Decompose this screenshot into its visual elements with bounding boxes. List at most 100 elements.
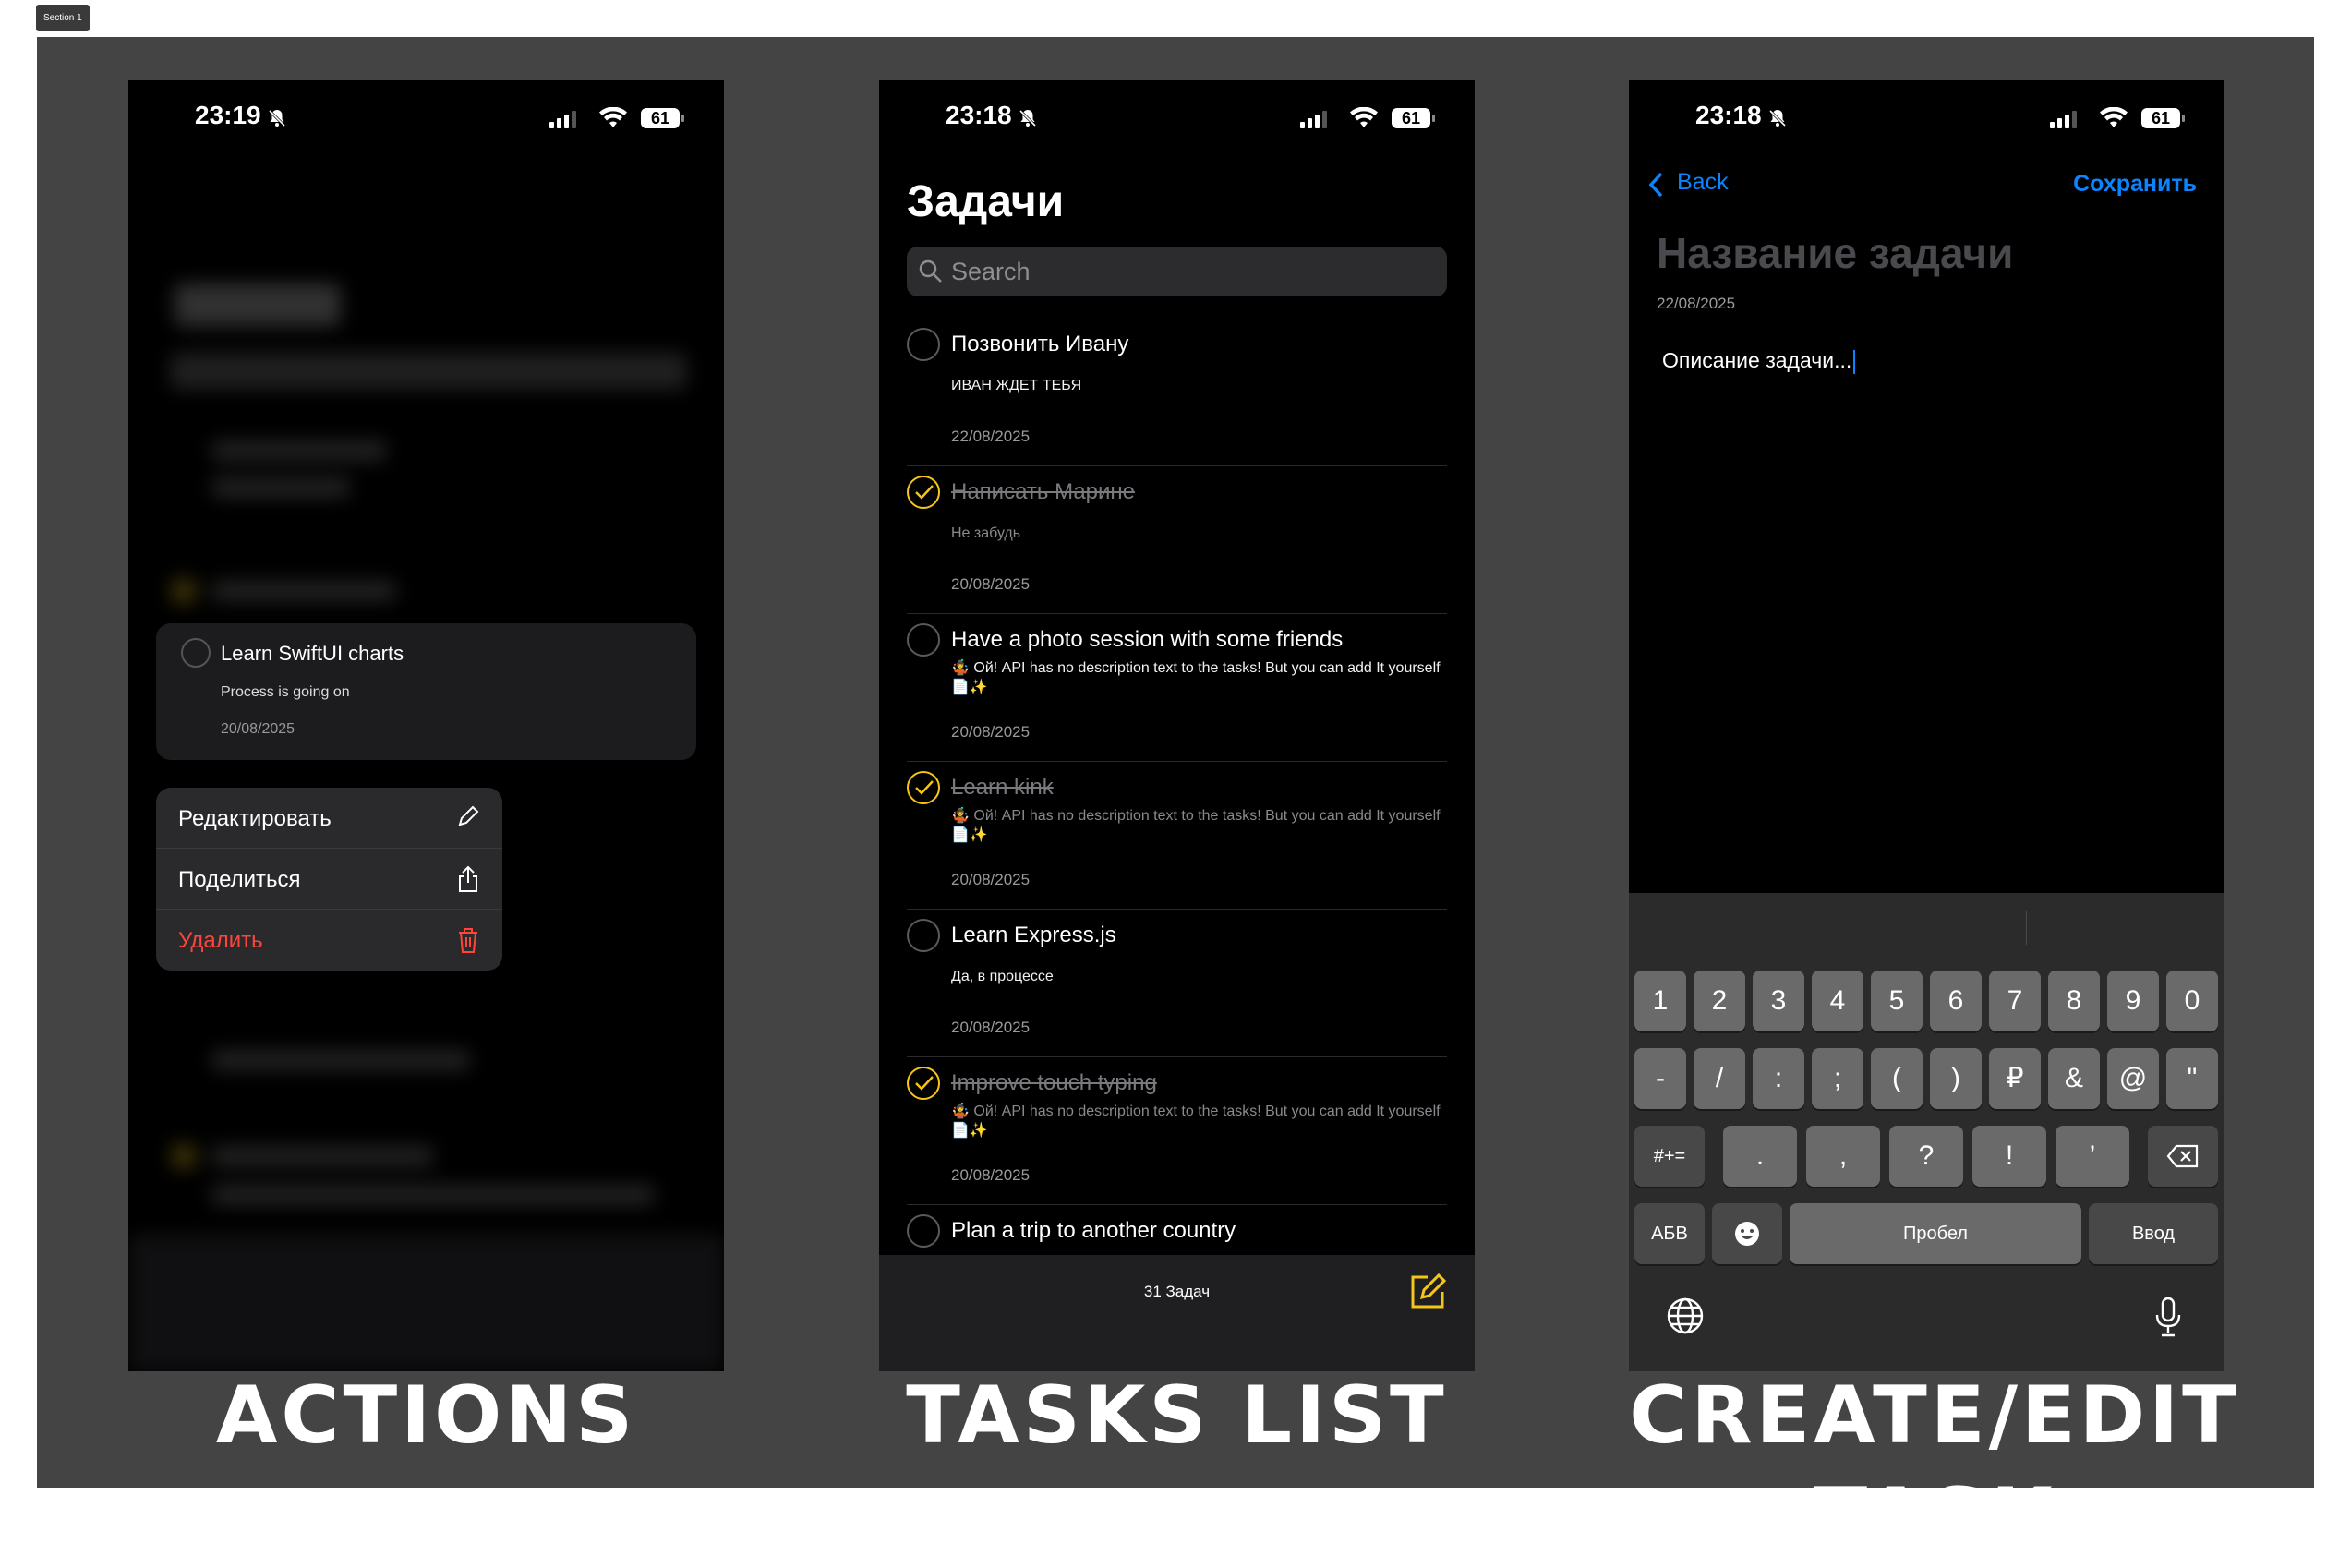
globe-icon[interactable]	[1666, 1297, 1705, 1335]
key[interactable]: 5	[1871, 971, 1923, 1031]
search-icon	[919, 259, 942, 283]
preview-task-card[interactable]: Learn SwiftUI charts Process is going on…	[156, 623, 696, 760]
task-checkbox-checked[interactable]	[907, 476, 940, 509]
task-title: Learn SwiftUI charts	[221, 642, 404, 665]
key[interactable]: !	[1972, 1126, 2046, 1187]
key[interactable]: 7	[1989, 971, 2041, 1031]
menu-item-edit[interactable]: Редактировать	[156, 788, 502, 849]
task-title: Improve touch typing	[951, 1070, 1157, 1095]
key[interactable]: ,	[1806, 1126, 1880, 1187]
microphone-icon[interactable]	[2153, 1297, 2183, 1337]
menu-item-share[interactable]: Поделиться	[156, 849, 502, 910]
key[interactable]: .	[1723, 1126, 1797, 1187]
caption-create-edit: CREATE/EDIT TASK	[1629, 1369, 2240, 1563]
key[interactable]: :	[1753, 1048, 1804, 1109]
backspace-key[interactable]	[2148, 1126, 2218, 1187]
share-icon	[459, 865, 477, 892]
chevron-left-icon	[1648, 172, 1663, 198]
task-date: 20/08/2025	[951, 575, 1031, 593]
pencil-icon	[458, 805, 479, 826]
checkmark-icon	[915, 780, 934, 795]
abc-key[interactable]: АБВ	[1634, 1203, 1705, 1264]
search-bar[interactable]	[907, 247, 1447, 296]
key[interactable]: (	[1871, 1048, 1923, 1109]
emoji-key[interactable]	[1712, 1203, 1782, 1264]
status-bar: 23:19 61	[128, 80, 724, 163]
task-checkbox-checked[interactable]	[907, 1067, 940, 1100]
key[interactable]: ₽	[1989, 1048, 2041, 1109]
task-date: 20/08/2025	[951, 723, 1031, 741]
key[interactable]: ’	[2056, 1126, 2129, 1187]
key[interactable]: 1	[1634, 971, 1686, 1031]
wifi-icon	[1350, 107, 1378, 127]
suggestion-divider	[2026, 911, 2027, 945]
search-input[interactable]	[951, 247, 1431, 296]
task-checkbox[interactable]	[907, 623, 940, 657]
blurred-background-list	[128, 163, 724, 1371]
signal-icon	[2050, 111, 2077, 128]
task-title: Learn kink	[951, 775, 1054, 800]
key[interactable]: "	[2166, 1048, 2218, 1109]
key[interactable]: 2	[1694, 971, 1745, 1031]
status-time: 23:18	[1695, 101, 1762, 129]
task-row[interactable]: Learn Express.js Да, в процессе 20/08/20…	[907, 910, 1447, 1057]
blurred-row	[211, 477, 350, 498]
phone-actions: 23:19 61 Learn SwiftUI charts Process is…	[128, 80, 724, 1371]
key[interactable]: 3	[1753, 971, 1804, 1031]
key[interactable]: @	[2107, 1048, 2159, 1109]
trash-icon	[459, 928, 477, 953]
back-label: Back	[1677, 169, 1729, 195]
blurred-row	[211, 581, 396, 601]
blurred-title	[175, 283, 341, 326]
compose-icon[interactable]	[1407, 1272, 1448, 1312]
wifi-icon	[2100, 107, 2128, 127]
task-description: Process is going on	[221, 684, 350, 700]
task-description: Не забудь	[951, 525, 1021, 541]
checkmark-icon	[915, 1076, 934, 1091]
menu-item-label: Поделиться	[178, 867, 301, 892]
task-date: 20/08/2025	[951, 1019, 1031, 1036]
task-checkbox-checked[interactable]	[907, 771, 940, 804]
emoji-icon	[1735, 1222, 1759, 1246]
task-row[interactable]: Learn kink 🤹 Ой! API has no description …	[907, 762, 1447, 910]
key[interactable]: )	[1930, 1048, 1982, 1109]
key[interactable]: -	[1634, 1048, 1686, 1109]
key[interactable]: ;	[1812, 1048, 1863, 1109]
blurred-row	[211, 440, 387, 461]
key[interactable]: 6	[1930, 971, 1982, 1031]
status-bar: 23:18 61	[1629, 80, 2224, 163]
key[interactable]: 9	[2107, 971, 2159, 1031]
task-row[interactable]: Improve touch typing 🤹 Ой! API has no de…	[907, 1057, 1447, 1205]
task-checkbox[interactable]	[907, 919, 940, 952]
task-row[interactable]: Have a photo session with some friends 🤹…	[907, 614, 1447, 762]
silent-bell-icon	[268, 109, 286, 127]
symbols-key[interactable]: #+=	[1634, 1126, 1705, 1187]
blurred-row	[211, 1050, 470, 1070]
signal-icon	[549, 111, 576, 128]
key[interactable]: 0	[2166, 971, 2218, 1031]
phone-edit-task: 23:18 61 Back Сохранить Название задачи …	[1629, 80, 2224, 1371]
task-row[interactable]: Позвонить Ивану ИВАН ЖДЕТ ТЕБЯ 22/08/202…	[907, 319, 1447, 466]
task-title: Plan a trip to another country	[951, 1218, 1236, 1243]
task-date: 20/08/2025	[951, 871, 1031, 888]
key[interactable]: 4	[1812, 971, 1863, 1031]
description-input[interactable]: Описание задачи...	[1662, 348, 1856, 374]
save-button[interactable]: Сохранить	[2073, 171, 2197, 198]
menu-item-delete[interactable]: Удалить	[156, 910, 502, 971]
task-row[interactable]: Написать Марине Не забудь 20/08/2025	[907, 466, 1447, 614]
section-tag: Section 1	[36, 5, 90, 31]
key[interactable]: /	[1694, 1048, 1745, 1109]
task-checkbox[interactable]	[907, 1214, 940, 1248]
enter-key[interactable]: Ввод	[2089, 1203, 2218, 1264]
task-description: ИВАН ЖДЕТ ТЕБЯ	[951, 378, 1082, 393]
task-description: 🤹 Ой! API has no description text to the…	[951, 660, 1441, 695]
key[interactable]: ?	[1889, 1126, 1963, 1187]
task-checkbox[interactable]	[181, 638, 211, 668]
space-key[interactable]: Пробел	[1790, 1203, 2081, 1264]
blurred-row	[211, 1185, 655, 1205]
task-checkbox[interactable]	[907, 328, 940, 361]
key[interactable]: &	[2048, 1048, 2100, 1109]
title-input[interactable]: Название задачи	[1657, 228, 2013, 278]
description-text: Описание задачи...	[1662, 348, 1852, 372]
key[interactable]: 8	[2048, 971, 2100, 1031]
